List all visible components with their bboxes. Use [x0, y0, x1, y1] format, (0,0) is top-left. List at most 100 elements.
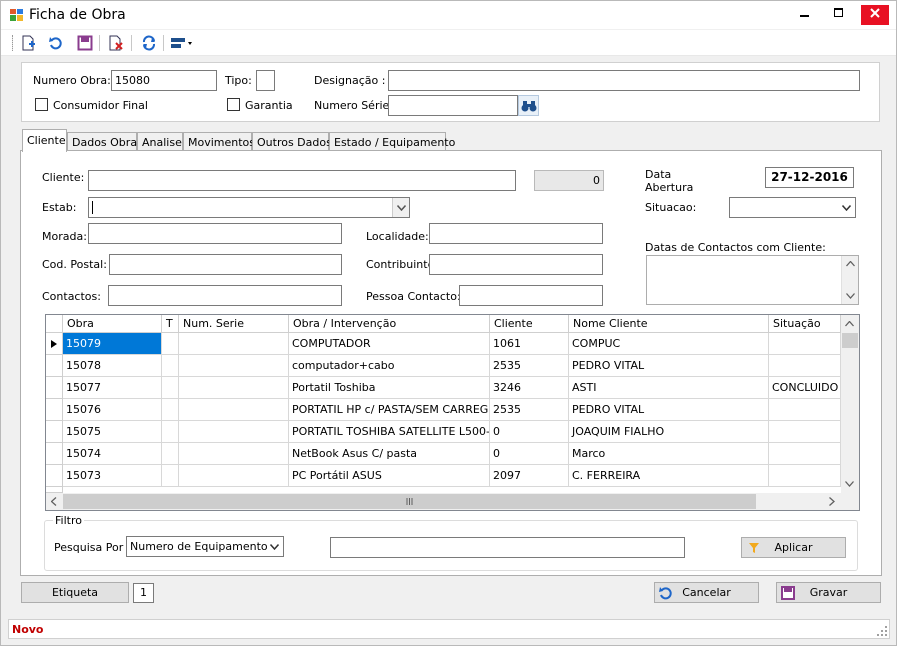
refresh-button[interactable]	[46, 33, 66, 53]
etiqueta-count-field[interactable]: 1	[133, 583, 154, 603]
cell-situacao[interactable]	[769, 355, 841, 377]
tab-analise[interactable]: Analise	[137, 132, 183, 151]
etiqueta-button[interactable]: Etiqueta	[21, 582, 129, 603]
cod-postal-input[interactable]	[109, 254, 342, 275]
cell-cliente[interactable]: 1061	[490, 333, 569, 355]
resize-grip-icon[interactable]	[877, 626, 887, 636]
cell-t[interactable]	[162, 333, 179, 355]
row-header[interactable]	[46, 399, 63, 421]
garantia-checkbox[interactable]	[227, 98, 240, 111]
search-serial-button[interactable]	[518, 95, 539, 116]
cell-nome[interactable]: ASTI	[569, 377, 769, 399]
row-header[interactable]	[46, 465, 63, 487]
pesquisa-por-combobox[interactable]: Numero de Equipamento	[126, 536, 284, 557]
cell-obra[interactable]: 15075	[63, 421, 162, 443]
cell-situacao[interactable]	[769, 465, 841, 487]
cell-situacao[interactable]: CONCLUIDO	[769, 377, 841, 399]
cell-situacao[interactable]	[769, 443, 841, 465]
sync-button[interactable]	[139, 33, 159, 53]
datas-contactos-scrollbar[interactable]	[841, 256, 858, 304]
cell-intervencao[interactable]: PORTATIL HP c/ PASTA/SEM CARREG...	[289, 399, 490, 421]
grid-vertical-scrollbar[interactable]	[841, 315, 859, 493]
column-header-nome-cliente[interactable]: Nome Cliente	[569, 315, 769, 333]
designacao-input[interactable]	[388, 70, 860, 91]
close-button[interactable]	[861, 5, 889, 25]
cell-situacao[interactable]	[769, 421, 841, 443]
gravar-button[interactable]: Gravar	[776, 582, 881, 603]
cell-nome[interactable]: Marco	[569, 443, 769, 465]
cell-t[interactable]	[162, 399, 179, 421]
tab-outros-dados[interactable]: Outros Dados	[252, 132, 332, 151]
aplicar-button[interactable]: Aplicar	[741, 537, 846, 558]
column-header-t[interactable]: T	[162, 315, 179, 333]
cell-cliente[interactable]: 0	[490, 421, 569, 443]
contactos-input[interactable]	[108, 285, 342, 306]
cell-intervencao[interactable]: Portatil Toshiba	[289, 377, 490, 399]
consumidor-final-checkbox[interactable]	[35, 98, 48, 111]
cell-num-serie[interactable]	[179, 399, 289, 421]
cell-cliente[interactable]: 2097	[490, 465, 569, 487]
cell-cliente[interactable]: 2535	[490, 399, 569, 421]
tab-estado-equipamento[interactable]: Estado / Equipamento	[329, 132, 455, 151]
row-header[interactable]	[46, 355, 63, 377]
grid-horizontal-scrollbar[interactable]	[46, 493, 841, 510]
cell-intervencao[interactable]: NetBook Asus C/ pasta	[289, 443, 490, 465]
row-header[interactable]	[46, 333, 63, 355]
cell-obra[interactable]: 15073	[63, 465, 162, 487]
column-header-situacao[interactable]: Situação	[769, 315, 841, 333]
tab-dados-obra[interactable]: Dados Obra	[67, 132, 137, 151]
column-header-obra[interactable]: Obra	[63, 315, 162, 333]
cell-t[interactable]	[162, 377, 179, 399]
cell-cliente[interactable]: 3246	[490, 377, 569, 399]
cell-num-serie[interactable]	[179, 377, 289, 399]
delete-button[interactable]	[106, 33, 126, 53]
horizontal-scroll-thumb[interactable]	[63, 494, 756, 509]
cell-obra[interactable]: 15074	[63, 443, 162, 465]
cell-nome[interactable]: COMPUC	[569, 333, 769, 355]
cell-nome[interactable]: PEDRO VITAL	[569, 355, 769, 377]
contribuinte-input[interactable]	[429, 254, 603, 275]
pessoa-contacto-input[interactable]	[459, 285, 603, 306]
column-header-intervencao[interactable]: Obra / Intervenção	[289, 315, 490, 333]
new-button[interactable]	[18, 33, 38, 53]
cancelar-button[interactable]: Cancelar	[654, 582, 759, 603]
tipo-input[interactable]	[256, 70, 275, 91]
data-abertura-field[interactable]: 27-12-2016	[765, 167, 854, 188]
estab-dropdown-arrow[interactable]	[392, 198, 409, 217]
cell-nome[interactable]: C. FERREIRA	[569, 465, 769, 487]
cell-obra[interactable]: 15077	[63, 377, 162, 399]
cell-cliente[interactable]: 0	[490, 443, 569, 465]
datas-contactos-textarea[interactable]	[646, 255, 859, 305]
cell-intervencao[interactable]: COMPUTADOR	[289, 333, 490, 355]
numero-obra-input[interactable]: 15080	[111, 70, 217, 91]
cell-intervencao[interactable]: computador+cabo	[289, 355, 490, 377]
cell-nome[interactable]: JOAQUIM FIALHO	[569, 421, 769, 443]
cell-num-serie[interactable]	[179, 355, 289, 377]
cell-intervencao[interactable]: PORTATIL TOSHIBA SATELLITE L500-...	[289, 421, 490, 443]
cell-situacao[interactable]	[769, 399, 841, 421]
cell-obra[interactable]: 15079	[63, 333, 162, 355]
situacao-combobox[interactable]	[729, 197, 856, 218]
layout-dropdown-button[interactable]	[169, 33, 195, 53]
cliente-input[interactable]	[88, 170, 516, 191]
morada-input[interactable]	[88, 223, 342, 244]
cell-obra[interactable]: 15076	[63, 399, 162, 421]
cell-num-serie[interactable]	[179, 443, 289, 465]
column-header-cliente[interactable]: Cliente	[490, 315, 569, 333]
column-header-num-serie[interactable]: Num. Serie	[179, 315, 289, 333]
estab-combobox[interactable]	[88, 197, 410, 218]
cell-num-serie[interactable]	[179, 421, 289, 443]
cell-intervencao[interactable]: PC Portátil ASUS	[289, 465, 490, 487]
filtro-search-input[interactable]	[330, 537, 685, 558]
row-header[interactable]	[46, 377, 63, 399]
minimize-button[interactable]	[792, 5, 818, 25]
cell-t[interactable]	[162, 443, 179, 465]
row-header[interactable]	[46, 421, 63, 443]
cell-situacao[interactable]	[769, 333, 841, 355]
cell-num-serie[interactable]	[179, 333, 289, 355]
vertical-scroll-thumb[interactable]	[842, 333, 858, 348]
pesquisa-dropdown-arrow[interactable]	[266, 537, 283, 556]
cell-cliente[interactable]: 2535	[490, 355, 569, 377]
cell-nome[interactable]: PEDRO VITAL	[569, 399, 769, 421]
cell-t[interactable]	[162, 355, 179, 377]
